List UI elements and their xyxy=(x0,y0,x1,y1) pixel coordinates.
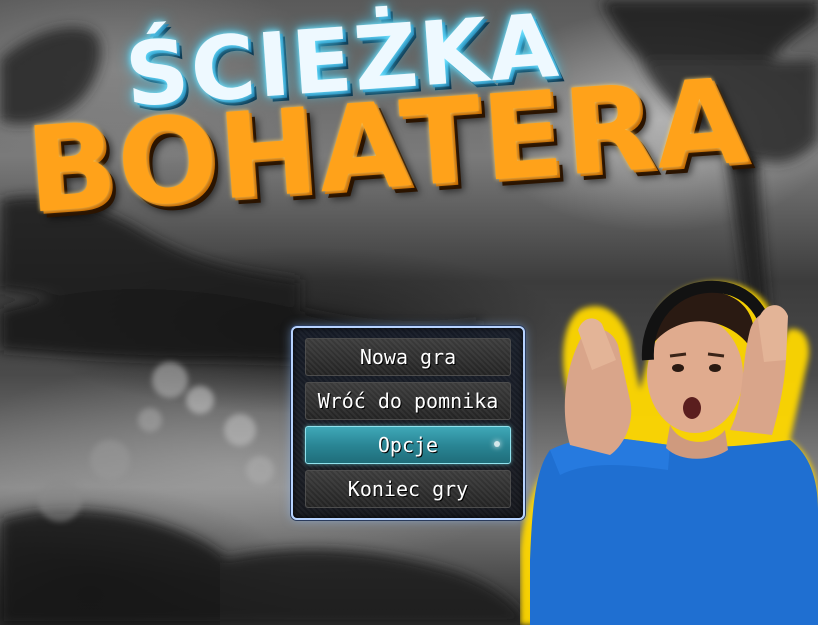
menu-item-return-to-monument[interactable]: Wróć do pomnika xyxy=(305,382,511,420)
streamer-overlay xyxy=(520,280,818,625)
menu-item-new-game[interactable]: Nowa gra xyxy=(305,338,511,376)
menu-item-options[interactable]: Opcje xyxy=(305,426,511,464)
title-screen: ŚCIEŻKA BOHATERA Nowa gra Wróć do pomnik… xyxy=(0,0,818,625)
menu-item-quit-game[interactable]: Koniec gry xyxy=(305,470,511,508)
main-menu: Nowa gra Wróć do pomnika Opcje Koniec gr… xyxy=(291,326,525,520)
